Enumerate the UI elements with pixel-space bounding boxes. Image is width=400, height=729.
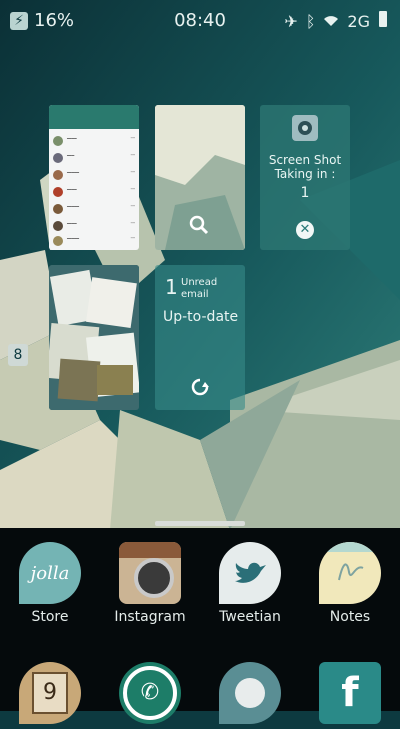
app-notes[interactable]: Notes	[300, 528, 400, 625]
refresh-icon[interactable]	[190, 377, 210, 397]
close-icon[interactable]: ✕	[296, 221, 314, 239]
list-item: ━━━━━ ━━	[49, 167, 139, 183]
list-item: ━━━ ━━	[49, 150, 139, 166]
app-facebook[interactable]: f	[300, 648, 400, 729]
notes-icon	[319, 542, 381, 604]
nine-icon: 9	[19, 662, 81, 724]
instagram-icon	[119, 542, 181, 604]
satellite-icon: ✈	[284, 11, 298, 31]
launcher-pull-handle[interactable]	[155, 521, 245, 526]
cover-gallery[interactable]	[49, 265, 139, 410]
unread-label: Unread email	[181, 277, 218, 300]
screenshot-countdown: 1	[300, 185, 310, 201]
unread-count: 1	[165, 275, 178, 299]
email-status: Up-to-date	[163, 309, 239, 325]
status-bar: ⚡ 16% 08:40 ✈ ᛒ 2G	[0, 0, 400, 44]
network-type: 2G	[347, 11, 370, 31]
app-label: Store	[31, 609, 69, 625]
cover-screenshot[interactable]: Screen Shot Taking in : 1 ✕	[260, 105, 350, 250]
bluetooth-icon: ᛒ	[305, 11, 316, 31]
app-label: Instagram	[114, 609, 186, 625]
app-grid: jolla Store Instagram Tweetian Notes 9 ✆	[0, 528, 400, 724]
list-item: ━━━━ ━━	[49, 184, 139, 200]
cover-header	[49, 105, 139, 129]
search-icon[interactable]	[189, 215, 209, 235]
list-item: ━━━━ ━━	[49, 133, 139, 149]
list-item: ━━━━━ ━━	[49, 233, 139, 249]
cover-whatsapp[interactable]: ━━━━ ━━ ━━━ ━━ ━━━━━ ━━ ━━━━ ━━ ━━━━━ ━━ ━━━━…	[49, 105, 139, 250]
screenshot-subtitle: Taking in :	[274, 167, 336, 181]
facebook-icon: f	[319, 662, 381, 724]
list-item: ━━━━ ━━	[49, 218, 139, 234]
app-weather[interactable]	[200, 648, 300, 729]
cover-weather[interactable]	[155, 105, 245, 250]
list-item: ━━━━━ ━━	[49, 201, 139, 217]
app-9gag[interactable]: 9	[0, 648, 100, 729]
app-label: Notes	[329, 609, 371, 625]
weather-sun-icon	[219, 662, 281, 724]
app-badge-8: 8	[8, 344, 28, 366]
app-tweetian[interactable]: Tweetian	[200, 528, 300, 625]
app-instagram[interactable]: Instagram	[100, 528, 200, 625]
app-whatsapp[interactable]: ✆	[100, 648, 200, 729]
cover-email[interactable]: 1 Unread email Up-to-date	[155, 265, 245, 410]
whatsapp-icon: ✆	[119, 662, 181, 724]
app-label: Tweetian	[219, 609, 281, 625]
screenshot-app-name: Screen Shot	[268, 153, 342, 167]
jolla-store-icon: jolla	[19, 542, 81, 604]
wifi-icon	[323, 12, 339, 31]
app-store[interactable]: jolla Store	[0, 528, 100, 625]
camera-icon	[292, 115, 318, 141]
tweetian-bird-icon	[219, 542, 281, 604]
signal-icon	[378, 10, 388, 32]
